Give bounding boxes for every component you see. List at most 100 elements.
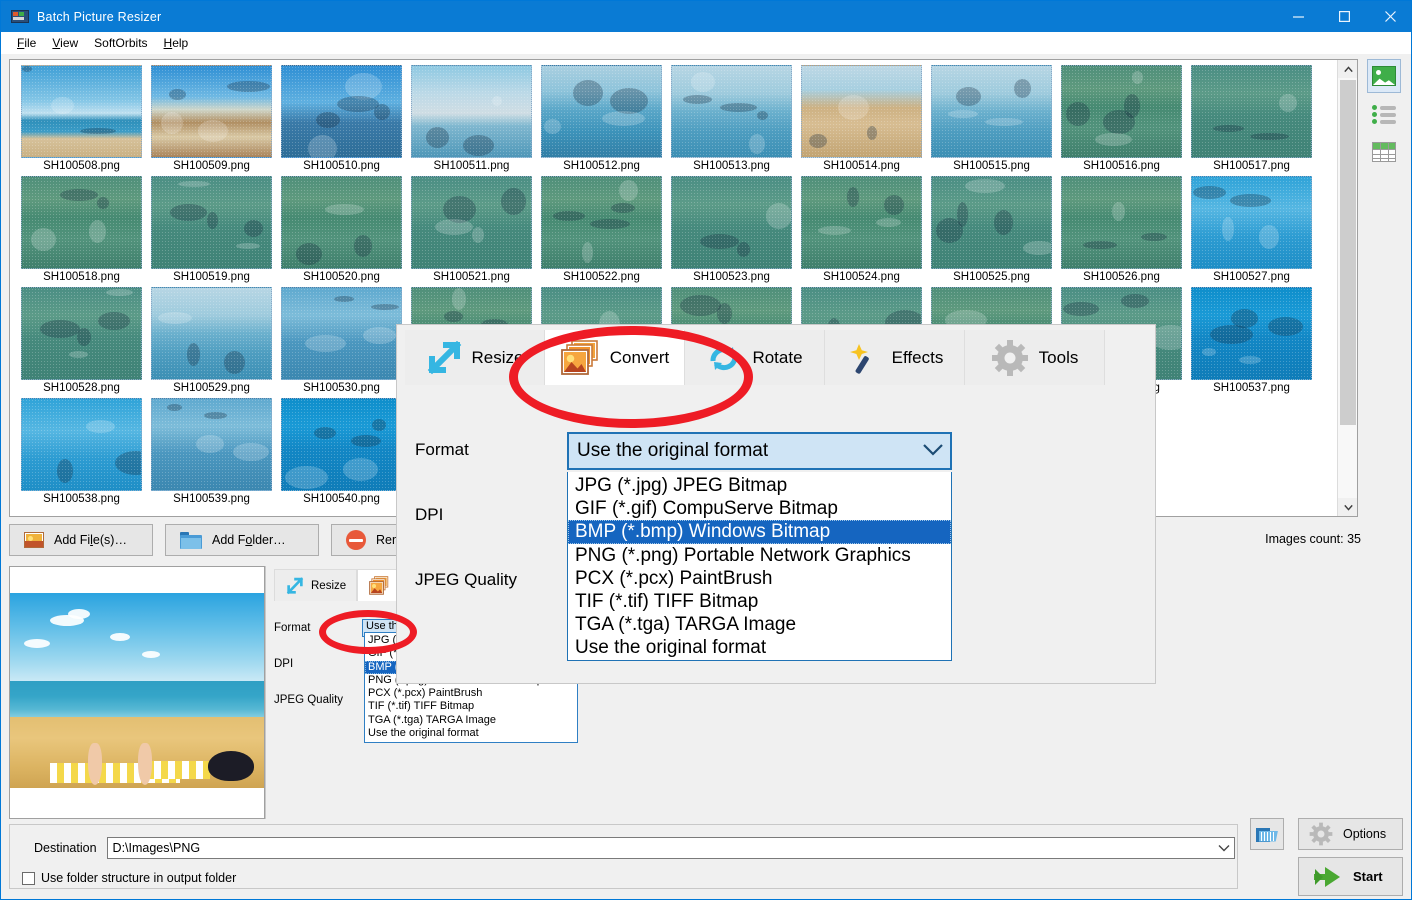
thumbnail-item[interactable]: SH100513.png xyxy=(669,65,794,172)
thumbnail-image xyxy=(671,65,792,158)
thumbnail-filename: SH100526.png xyxy=(1083,271,1160,283)
list-view-button[interactable] xyxy=(1367,97,1401,131)
thumbnail-item[interactable]: SH100517.png xyxy=(1189,65,1314,172)
dpi-label-small: DPI xyxy=(274,658,294,670)
thumbnail-image xyxy=(671,176,792,269)
format-combo[interactable]: Use the original format xyxy=(567,432,952,470)
thumbnail-filename: SH100530.png xyxy=(303,382,380,394)
thumbnail-item[interactable]: SH100512.png xyxy=(539,65,664,172)
thumbnail-item[interactable]: SH100521.png xyxy=(409,176,534,283)
resize-arrows-icon xyxy=(285,576,305,595)
format-option[interactable]: JPG (*.jpg) JPEG Bitmap xyxy=(568,474,951,497)
thumbnail-item[interactable]: SH100524.png xyxy=(799,176,924,283)
tab-convert-small[interactable] xyxy=(357,569,402,601)
tab-tools[interactable]: Tools xyxy=(965,330,1105,385)
thumbnail-item[interactable]: SH100522.png xyxy=(539,176,664,283)
thumbnail-item[interactable]: SH100526.png xyxy=(1059,176,1184,283)
thumbnail-item[interactable]: SH100527.png xyxy=(1189,176,1314,283)
chevron-down-icon[interactable] xyxy=(1218,841,1230,855)
thumbnail-item[interactable]: SH100538.png xyxy=(19,398,144,505)
thumbnail-filename: SH100539.png xyxy=(173,493,250,505)
browse-destination-button[interactable] xyxy=(1250,818,1284,850)
tab-rotate[interactable]: Rotate xyxy=(685,330,825,385)
app-icon xyxy=(11,8,29,26)
thumbnail-image xyxy=(281,176,402,269)
format-dropdown-list[interactable]: JPG (*.jpg) JPEG Bitmap GIF (*.gif) Compu… xyxy=(567,472,952,661)
thumbnail-item[interactable]: SH100515.png xyxy=(929,65,1054,172)
close-icon[interactable] xyxy=(1367,1,1411,32)
format-option[interactable]: GIF (*.gif) CompuServe Bitmap xyxy=(568,497,951,520)
thumbnail-item[interactable]: SH100519.png xyxy=(149,176,274,283)
tab-resize-small[interactable]: Resize xyxy=(274,569,358,601)
tab-resize[interactable]: Resize xyxy=(405,330,545,385)
thumbnail-item[interactable]: SH100518.png xyxy=(19,176,144,283)
use-folder-structure-checkbox[interactable] xyxy=(22,871,35,885)
thumbnail-filename: SH100513.png xyxy=(693,160,770,172)
options-button[interactable]: Options xyxy=(1298,818,1403,850)
thumbnails-view-button[interactable] xyxy=(1367,59,1401,93)
thumbnail-filename: SH100528.png xyxy=(43,382,120,394)
format-option-small[interactable]: PCX (*.pcx) PaintBrush xyxy=(365,687,577,700)
thumbnail-item[interactable]: SH100528.png xyxy=(19,287,144,394)
thumbnail-filename: SH100512.png xyxy=(563,160,640,172)
start-label: Start xyxy=(1353,869,1383,884)
images-count-label: Images count: 35 xyxy=(1265,532,1361,546)
scroll-up-arrow[interactable] xyxy=(1338,60,1357,78)
thumbnail-filename: SH100521.png xyxy=(433,271,510,283)
grid-view-icon xyxy=(1372,142,1396,162)
format-option[interactable]: PCX (*.pcx) PaintBrush xyxy=(568,567,951,590)
add-files-button[interactable]: Add File(s)… xyxy=(9,524,153,556)
thumbnail-item[interactable]: SH100539.png xyxy=(149,398,274,505)
thumbnail-image xyxy=(21,287,142,380)
format-label: Format xyxy=(415,439,469,459)
thumbnail-item[interactable]: SH100514.png xyxy=(799,65,924,172)
list-view-icon xyxy=(1372,104,1396,124)
format-combo-value: Use the original format xyxy=(577,440,769,461)
scroll-down-arrow[interactable] xyxy=(1338,498,1357,516)
tab-rotate-label: Rotate xyxy=(752,347,803,367)
format-option[interactable]: TGA (*.tga) TARGA Image xyxy=(568,613,951,636)
thumbnail-item[interactable]: SH100509.png xyxy=(149,65,274,172)
details-view-button[interactable] xyxy=(1367,135,1401,169)
minimize-icon[interactable] xyxy=(1275,1,1321,32)
format-option[interactable]: TIF (*.tif) TIFF Bitmap xyxy=(568,590,951,613)
thumbnail-item[interactable]: SH100537.png xyxy=(1189,287,1314,394)
resize-arrows-icon xyxy=(426,340,462,375)
thumbnail-item[interactable]: SH100511.png xyxy=(409,65,534,172)
thumbnail-item[interactable]: SH100530.png xyxy=(279,287,404,394)
thumbnail-item[interactable]: SH100523.png xyxy=(669,176,794,283)
thumbnail-image xyxy=(931,65,1052,158)
thumbnail-item[interactable]: SH100529.png xyxy=(149,287,274,394)
menu-item-help[interactable]: Help xyxy=(156,34,197,52)
tab-convert[interactable]: Convert xyxy=(545,330,685,385)
thumbnail-item[interactable]: SH100516.png xyxy=(1059,65,1184,172)
format-option-small[interactable]: Use the original format xyxy=(365,727,577,740)
scrollbar-thumb[interactable] xyxy=(1340,80,1356,425)
image-view-icon xyxy=(1372,66,1396,86)
format-option-small[interactable]: TIF (*.tif) TIFF Bitmap xyxy=(365,700,577,713)
start-button[interactable]: Start xyxy=(1298,857,1403,896)
thumbnail-item[interactable]: SH100508.png xyxy=(19,65,144,172)
format-option-small[interactable]: TGA (*.tga) TARGA Image xyxy=(365,714,577,727)
format-option[interactable]: Use the original format xyxy=(568,636,951,659)
tab-effects[interactable]: Effects xyxy=(825,330,965,385)
thumbnail-item[interactable]: SH100520.png xyxy=(279,176,404,283)
tab-resize-small-label: Resize xyxy=(311,579,347,592)
add-folder-button[interactable]: Add Folder… xyxy=(165,524,319,556)
menu-item-view[interactable]: View xyxy=(44,34,86,52)
menu-item-file[interactable]: File xyxy=(9,34,44,52)
thumbnail-scrollbar[interactable] xyxy=(1337,60,1357,516)
format-option[interactable]: PNG (*.png) Portable Network Graphics xyxy=(568,544,951,567)
maximize-icon[interactable] xyxy=(1321,1,1367,32)
thumbnail-filename: SH100515.png xyxy=(953,160,1030,172)
format-option[interactable]: BMP (*.bmp) Windows Bitmap xyxy=(568,520,951,544)
destination-value: D:\Images\PNG xyxy=(112,841,201,855)
thumbnail-item[interactable]: SH100540.png xyxy=(279,398,404,505)
use-folder-structure-row[interactable]: Use folder structure in output folder xyxy=(22,871,236,885)
thumbnail-item[interactable]: SH100525.png xyxy=(929,176,1054,283)
menu-item-softorbits[interactable]: SoftOrbits xyxy=(86,34,155,52)
destination-input[interactable]: D:\Images\PNG xyxy=(106,837,1235,859)
thumbnail-filename: SH100516.png xyxy=(1083,160,1160,172)
thumbnail-image xyxy=(931,176,1052,269)
thumbnail-item[interactable]: SH100510.png xyxy=(279,65,404,172)
